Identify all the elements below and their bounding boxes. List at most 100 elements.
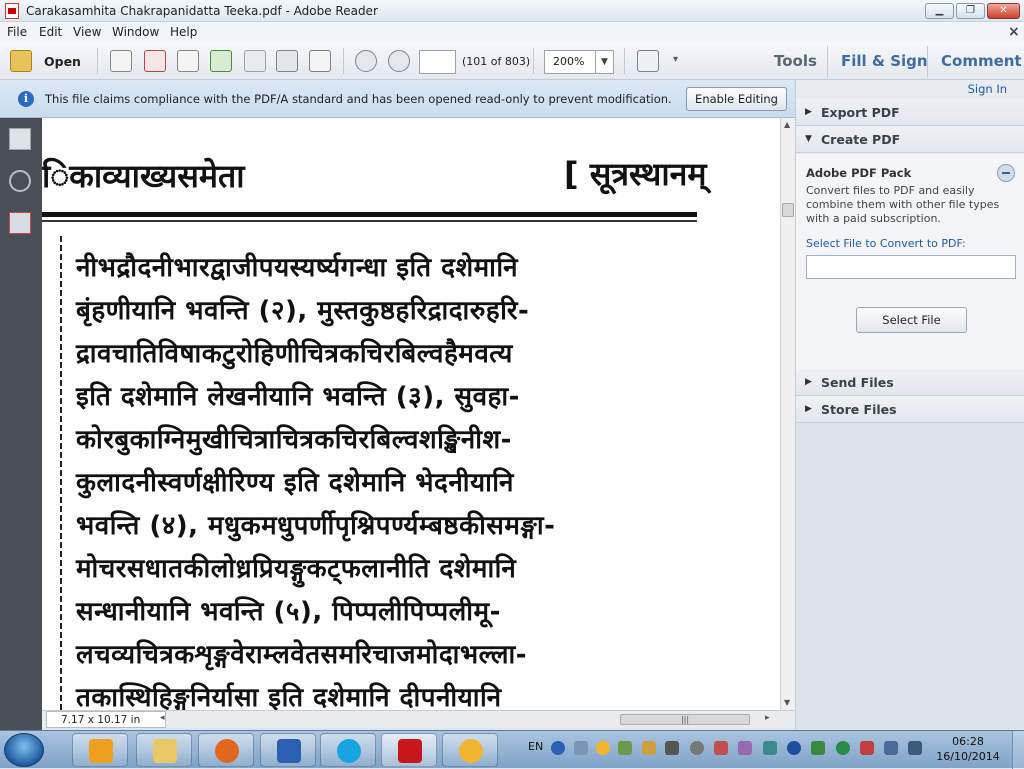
text-line: द्रावचातिविषाकटुरोहिणीचित्रकचिरबिल्वहैमव… xyxy=(76,339,513,369)
create-pdf-icon[interactable] xyxy=(110,50,132,72)
sign-in-link[interactable]: Sign In xyxy=(968,82,1007,96)
previous-page-icon[interactable] xyxy=(355,50,377,72)
vertical-scrollbar[interactable]: ▲ ▼ xyxy=(780,118,795,710)
folder-open-icon[interactable] xyxy=(10,50,32,72)
taskbar-flower-app[interactable] xyxy=(442,733,498,767)
edit-document-icon[interactable] xyxy=(177,50,199,72)
close-button[interactable]: ✕ xyxy=(987,3,1020,19)
select-file-field[interactable] xyxy=(806,255,1016,279)
combine-pdf-icon[interactable] xyxy=(144,50,166,72)
email-icon[interactable] xyxy=(309,50,331,72)
scroll-right-icon[interactable]: ▸ xyxy=(765,713,770,723)
attachments-icon[interactable] xyxy=(9,170,31,192)
tray-clock-icon[interactable] xyxy=(690,741,704,755)
scroll-down-icon[interactable]: ▼ xyxy=(784,698,790,707)
clock-time: 06:28 xyxy=(952,735,984,748)
scroll-up-icon[interactable]: ▲ xyxy=(784,120,790,129)
tray-network-icon[interactable] xyxy=(763,741,777,755)
fullscreen-icon[interactable] xyxy=(637,50,659,72)
page-size-readout[interactable]: 7.17 x 10.17 in xyxy=(46,711,166,728)
scroll-thumb[interactable] xyxy=(782,203,794,217)
tray-chat-icon[interactable] xyxy=(811,741,825,755)
section-export-pdf[interactable]: ▶ Export PDF xyxy=(796,99,1024,126)
enable-editing-button[interactable]: Enable Editing xyxy=(686,87,787,111)
display-icon[interactable] xyxy=(884,741,898,755)
menu-help[interactable]: Help xyxy=(170,25,197,39)
print-icon[interactable] xyxy=(276,50,298,72)
firefox-icon xyxy=(215,739,239,763)
status-bar: 7.17 x 10.17 in ◂ ||| ▸ xyxy=(42,710,795,728)
select-file-button[interactable]: Select File xyxy=(856,307,967,333)
toolbar-separator xyxy=(97,48,98,74)
chevron-down-icon: ▼ xyxy=(805,134,812,144)
tray-flag-icon[interactable] xyxy=(642,741,656,755)
system-clock[interactable]: 06:28 16/10/2014 xyxy=(932,734,1004,764)
document-close-icon[interactable]: × xyxy=(1008,24,1020,40)
menu-window[interactable]: Window xyxy=(112,25,159,39)
tray-status-icon[interactable] xyxy=(836,741,850,755)
tools-panel-background xyxy=(796,421,1024,730)
tab-fill-sign[interactable]: Fill & Sign xyxy=(841,52,928,70)
title-bar[interactable]: Carakasamhita Chakrapanidatta Teeka.pdf … xyxy=(0,0,1024,22)
tray-refresh-icon[interactable] xyxy=(787,741,801,755)
document-viewport[interactable]: िकाव्याख्यसमेता [ सूत्रस्थानम् नीभद्रौदन… xyxy=(42,118,780,710)
tray-flower-icon[interactable] xyxy=(596,741,610,755)
help-icon[interactable] xyxy=(551,741,565,755)
menu-file[interactable]: File xyxy=(7,25,27,39)
section-create-pdf[interactable]: ▼ Create PDF xyxy=(796,126,1024,153)
menu-view[interactable]: View xyxy=(73,25,101,39)
word-icon xyxy=(277,739,301,763)
maximize-button[interactable]: ❐ xyxy=(956,3,985,19)
page-number-input[interactable] xyxy=(419,50,456,74)
tab-tools[interactable]: Tools xyxy=(774,52,817,70)
tray-edit-icon[interactable] xyxy=(738,741,752,755)
flower-icon xyxy=(459,739,483,763)
toolbar-separator xyxy=(343,48,344,74)
taskbar-media-player[interactable] xyxy=(72,733,128,767)
action-center-icon[interactable] xyxy=(860,741,874,755)
section-send-files[interactable]: ▶ Send Files xyxy=(796,369,1024,396)
header-rule-thin xyxy=(42,220,697,222)
tab-comment[interactable]: Comment xyxy=(941,52,1022,70)
text-line: कुलादनीस्वर्णक्षीरिण्य इति दशेमानि भेदनी… xyxy=(76,468,514,498)
text-line: नीभद्रौदनीभारद्वाजीपयस्यर्ष्यगन्धा इति द… xyxy=(76,253,519,283)
chevron-down-icon[interactable]: ▼ xyxy=(595,51,613,73)
open-button[interactable]: Open xyxy=(44,54,81,69)
taskbar-file-explorer[interactable] xyxy=(136,733,192,767)
text-line: कोरबुकाग्निमुखीचित्राचित्रकचिरबिल्वशङ्खि… xyxy=(76,425,512,455)
scroll-left-icon[interactable]: ◂ xyxy=(160,713,165,723)
upload-cloud-icon[interactable] xyxy=(210,50,232,72)
pdf-pack-icon[interactable] xyxy=(997,164,1015,182)
running-header-left: िकाव्याख्यसमेता xyxy=(42,157,245,195)
pdf-app-icon xyxy=(5,3,19,19)
text-line: सन्धानीयानि भवन्ति (५), पिप्पलीपिप्पलीमू… xyxy=(76,597,501,627)
show-desktop-button[interactable] xyxy=(1012,731,1024,769)
section-label: Create PDF xyxy=(821,132,901,147)
more-tools-icon[interactable]: ▾ xyxy=(673,54,678,65)
menu-edit[interactable]: Edit xyxy=(39,25,62,39)
language-indicator[interactable]: EN xyxy=(528,740,543,753)
zoom-select[interactable]: 200% ▼ xyxy=(544,50,614,74)
taskbar-firefox[interactable] xyxy=(198,733,254,767)
tray-app-icon[interactable] xyxy=(618,741,632,755)
page-thumbnails-icon[interactable] xyxy=(9,128,31,150)
minimize-button[interactable]: ▁ xyxy=(925,3,954,19)
start-button[interactable] xyxy=(4,733,44,767)
horizontal-scroll-thumb[interactable]: ||| xyxy=(620,714,750,725)
taskbar-skype[interactable] xyxy=(320,733,376,767)
signatures-icon[interactable] xyxy=(9,212,31,234)
tray-security-icon[interactable] xyxy=(714,741,728,755)
pdf-pack-title: Adobe PDF Pack xyxy=(806,166,912,180)
skype-icon xyxy=(337,739,361,763)
save-icon[interactable] xyxy=(244,50,266,72)
taskbar-adobe-reader[interactable] xyxy=(381,733,437,767)
text-line: भवन्ति (४), मधुकमधुपर्णीपृश्निपर्ण्यम्बष… xyxy=(76,511,556,541)
section-store-files[interactable]: ▶ Store Files xyxy=(796,396,1024,423)
next-page-icon[interactable] xyxy=(388,50,410,72)
network-icon[interactable] xyxy=(908,741,922,755)
menu-bar: File Edit View Window Help × xyxy=(0,22,1024,42)
taskbar-word[interactable] xyxy=(260,733,316,767)
volume-icon[interactable] xyxy=(665,741,679,755)
tray-arrow-icon[interactable] xyxy=(574,741,588,755)
toolbar-separator xyxy=(624,48,625,74)
